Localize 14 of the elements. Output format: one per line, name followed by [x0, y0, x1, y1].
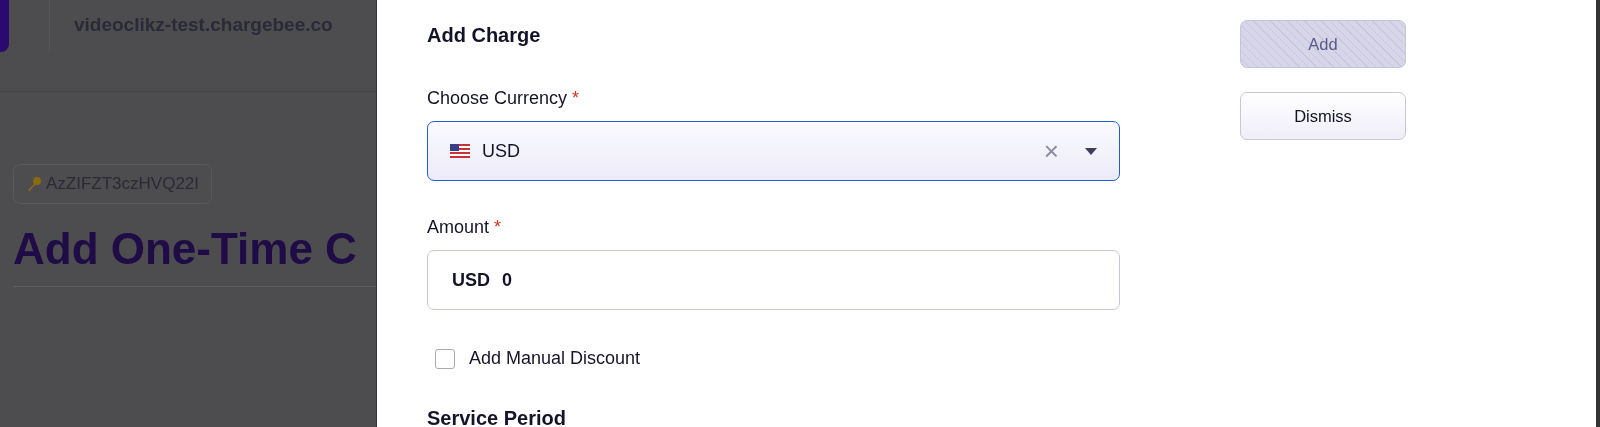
currency-select[interactable]: USD ×	[427, 121, 1120, 181]
field-label: Choose Currency *	[427, 88, 581, 110]
caret-icon[interactable]	[1085, 147, 1097, 155]
checkbox-label[interactable]: Add Manual Discount	[469, 348, 641, 369]
dismiss-button[interactable]: Dismiss	[1240, 92, 1406, 140]
page-heading: Add One-Time C	[13, 224, 358, 274]
key-icon	[26, 176, 42, 192]
logo	[0, 0, 9, 52]
section-heading: Service Period	[427, 407, 567, 427]
checkbox[interactable]	[435, 348, 455, 369]
amount-field[interactable]: USD 0	[427, 250, 1120, 310]
flag-icon	[450, 144, 470, 158]
modal-title: Add Charge	[427, 24, 542, 48]
field-label: Amount *	[427, 217, 503, 239]
